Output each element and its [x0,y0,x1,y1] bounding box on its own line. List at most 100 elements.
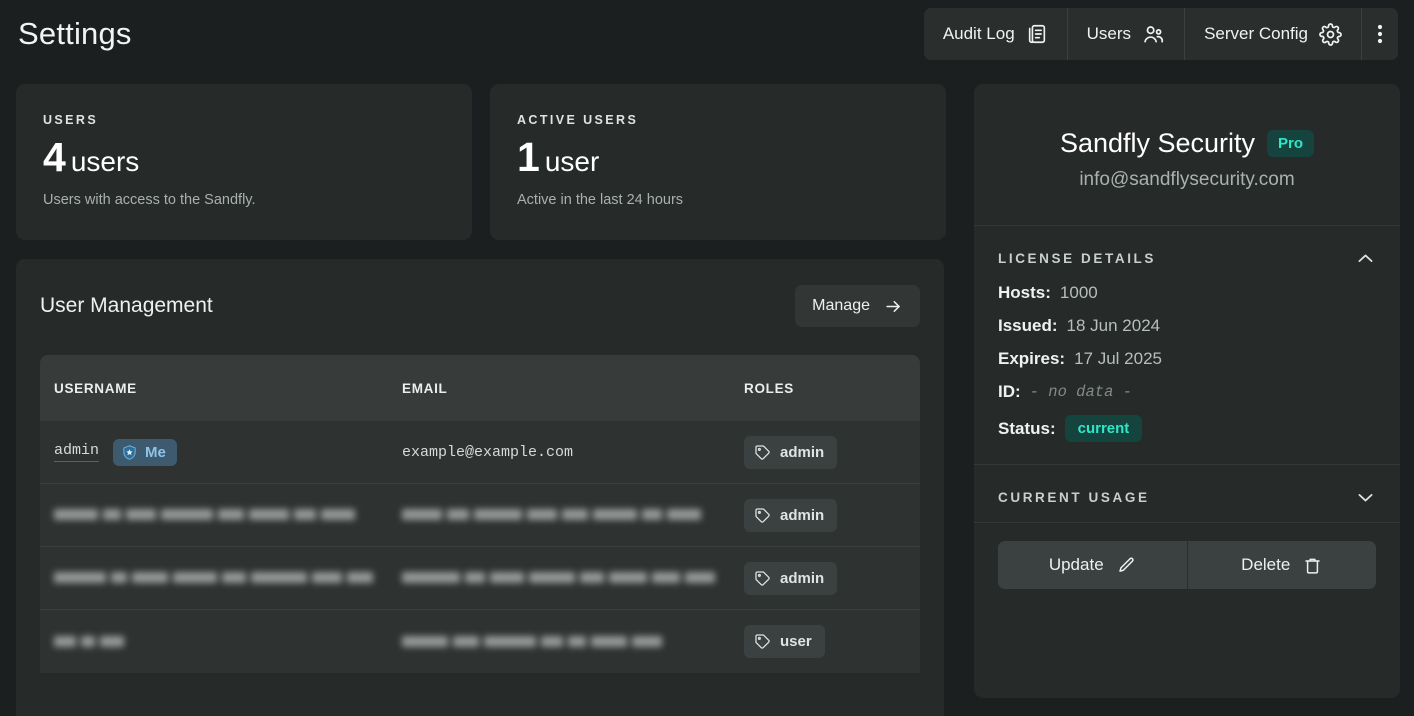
current-usage-section-toggle[interactable]: CURRENT USAGE [974,465,1400,522]
tag-icon [754,507,771,524]
role-tag[interactable]: admin [744,498,838,532]
license-detail-value: 17 Jul 2025 [1074,349,1162,368]
document-list-icon [1026,23,1048,45]
chevron-up-icon [1355,248,1376,269]
chevron-down-icon [1355,487,1376,508]
me-badge[interactable]: Me [113,438,177,466]
stat-value: 1 user [517,137,919,178]
cell-email [402,632,744,652]
users-button[interactable]: Users [1068,8,1186,60]
user-management-header: User Management Manage [40,285,920,327]
license-detail-row: Issued: 18 Jun 2024 [998,316,1376,336]
audit-log-label: Audit Log [942,24,1015,43]
table-row[interactable]: user [40,610,920,673]
role-tag-label: admin [780,506,825,524]
settings-page: Settings Audit Log Users Server Config U… [0,0,1414,716]
license-actions: Update Delete [974,523,1400,589]
role-tag-label: user [780,633,812,650]
email-value: example@example.com [402,444,574,461]
cell-email [402,505,744,525]
license-panel-header: Sandfly Security Pro info@sandflysecurit… [974,84,1400,226]
redacted-email [402,568,720,588]
license-detail-key: Hosts: [998,283,1051,302]
stat-description: Active in the last 24 hours [517,192,684,208]
column-header-email: EMAIL [402,380,448,396]
table-row[interactable]: admin Me example@example.com admin [40,421,920,484]
brand-row: Sandfly Security Pro [994,128,1380,159]
me-badge-label: Me [145,443,166,461]
table-row[interactable]: admin [40,484,920,547]
license-details-title: LICENSE DETAILS [998,251,1157,266]
pencil-icon [1117,556,1136,575]
server-config-label: Server Config [1204,24,1308,43]
redacted-email [402,632,667,652]
stat-number: 1 [517,134,540,180]
role-tag[interactable]: user [744,625,825,658]
cell-email: example@example.com [402,443,744,461]
users-icon [1142,23,1165,46]
license-detail-key: ID: [998,382,1021,401]
top-toolbar: Audit Log Users Server Config [923,8,1398,60]
more-options-button[interactable] [1362,8,1398,60]
cell-username [54,632,402,652]
stat-description: Users with access to the Sandfly. [43,192,256,208]
stat-card-active-users: ACTIVE USERS 1 user Active in the last 2… [490,84,946,240]
contact-email: info@sandflysecurity.com [1079,169,1295,190]
users-table-header: USERNAME EMAIL ROLES [40,355,920,421]
brand-name: Sandfly Security [1059,128,1256,158]
tag-icon [754,570,771,587]
redacted-email [402,505,706,525]
update-button-label: Update [1048,555,1104,574]
stat-value: 4 users [43,137,445,178]
cell-username [54,505,402,525]
stat-number: 4 [43,134,66,180]
server-config-button[interactable]: Server Config [1185,8,1362,60]
license-details-body: Hosts: 1000 Issued: 18 Jun 2024 Expires:… [974,283,1400,464]
license-panel: Sandfly Security Pro info@sandflysecurit… [974,84,1400,698]
cell-username [54,568,402,588]
role-tag-label: admin [780,443,825,461]
delete-button[interactable]: Delete [1187,541,1376,589]
license-detail-value: 1000 [1059,283,1098,302]
stat-cards: USERS 4 users Users with access to the S… [16,84,946,240]
role-tag-label: admin [780,569,825,587]
role-tag[interactable]: admin [744,561,838,595]
column-header-roles: ROLES [744,380,795,396]
delete-button-label: Delete [1241,555,1291,574]
license-detail-key: Issued: [998,316,1058,335]
user-management-title: User Management [40,294,213,317]
stat-card-users: USERS 4 users Users with access to the S… [16,84,472,240]
table-row[interactable]: admin [40,547,920,610]
cell-roles: admin [744,435,906,469]
license-detail-row: ID: - no data - [998,382,1376,402]
arrow-right-icon [884,297,903,316]
users-label: Users [1086,24,1132,43]
username-value: admin [54,442,100,462]
license-detail-row: Hosts: 1000 [998,283,1376,303]
license-details-section-toggle[interactable]: LICENSE DETAILS [974,226,1400,283]
cell-roles: admin [744,498,906,532]
shield-star-icon [121,444,138,461]
stat-label: ACTIVE USERS [517,113,639,127]
license-detail-row: Status: current [998,415,1376,442]
audit-log-button[interactable]: Audit Log [924,8,1068,60]
manage-button[interactable]: Manage [795,285,920,327]
license-detail-key: Status: [998,418,1056,438]
tag-icon [754,444,771,461]
update-button[interactable]: Update [998,541,1188,589]
redacted-username [54,568,378,588]
cell-username: admin Me [54,438,402,466]
users-table: USERNAME EMAIL ROLES admin Me example@ex… [40,355,920,673]
redacted-username [54,632,129,652]
license-id-value: - no data - [1029,383,1132,401]
manage-button-label: Manage [812,297,870,314]
redacted-username [54,505,360,525]
column-header-username: USERNAME [54,380,137,396]
cell-roles: admin [744,561,906,595]
stat-unit: user [544,146,600,177]
role-tag[interactable]: admin [744,435,838,469]
stat-label: USERS [43,113,99,127]
gear-icon [1319,22,1342,46]
cell-email [402,568,744,588]
current-usage-title: CURRENT USAGE [998,490,1150,505]
